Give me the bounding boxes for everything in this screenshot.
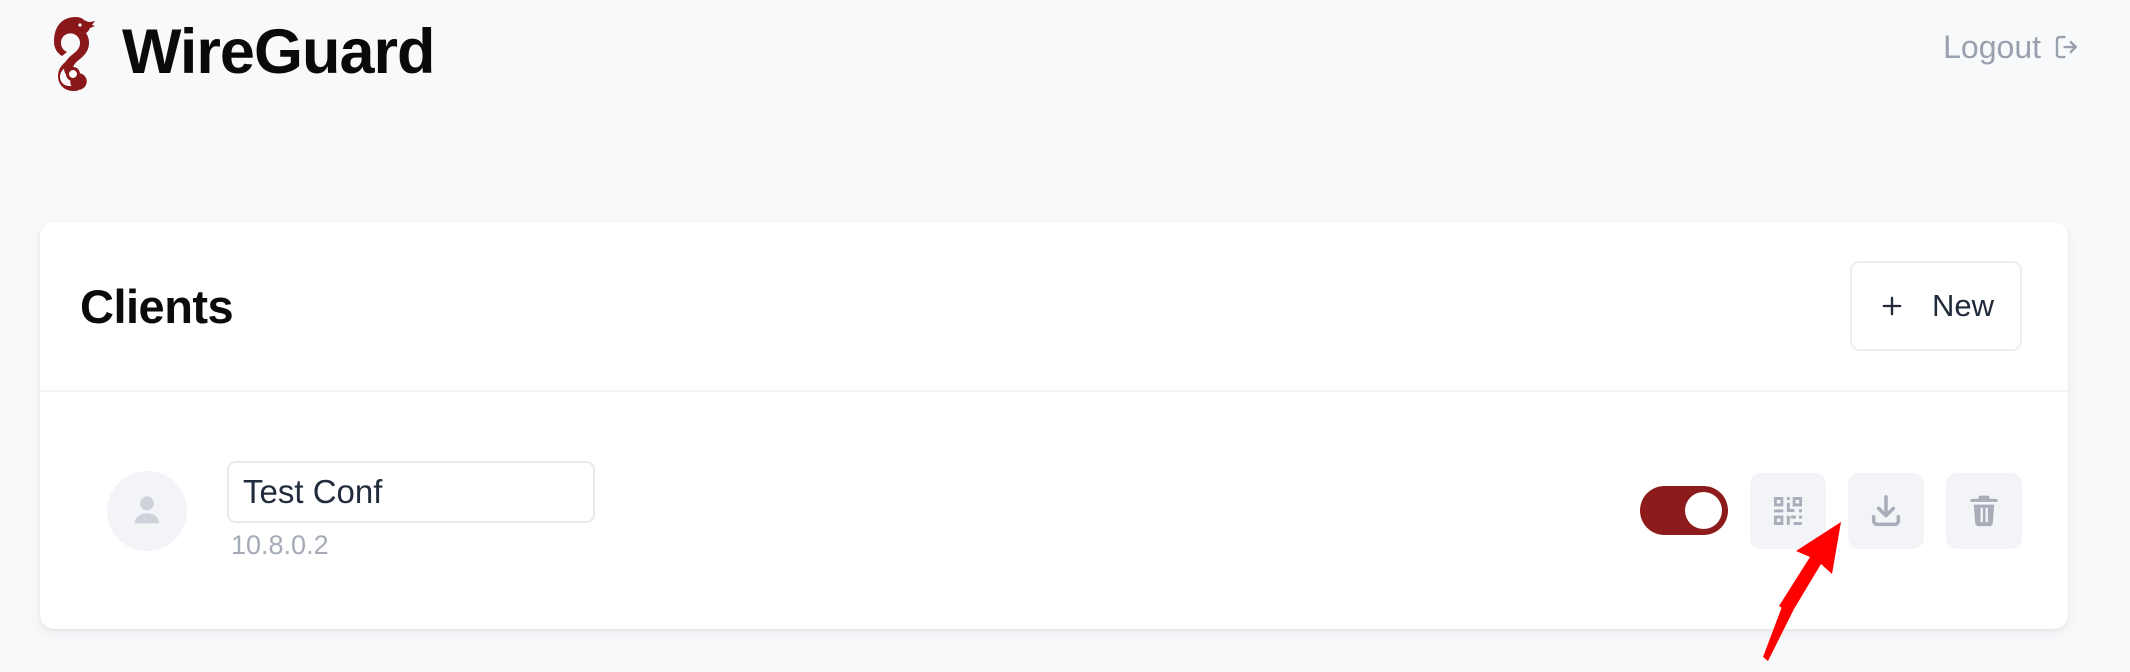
client-row-actions <box>1640 472 2022 549</box>
logout-button[interactable]: Logout <box>1943 8 2088 86</box>
avatar <box>107 470 187 551</box>
clients-card-header: Clients New <box>40 222 2068 392</box>
logout-label: Logout <box>1943 28 2041 65</box>
page-title: Clients <box>80 279 234 333</box>
brand-title: WireGuard <box>122 16 435 87</box>
wireguard-dragon-logo-icon <box>42 13 104 91</box>
qr-code-icon <box>1774 496 1802 525</box>
logout-arrow-icon <box>2052 32 2082 62</box>
page-header: WireGuard Logout <box>0 0 2130 125</box>
client-name-input[interactable] <box>227 460 595 523</box>
download-config-button[interactable] <box>1848 472 1924 549</box>
new-client-button[interactable]: New <box>1850 261 2022 351</box>
delete-client-button[interactable] <box>1946 472 2022 549</box>
toggle-knob <box>1685 492 1722 529</box>
client-info: 10.8.0.2 <box>227 460 595 561</box>
trash-icon <box>1970 495 1998 526</box>
show-qr-code-button[interactable] <box>1750 472 1826 549</box>
user-avatar-icon <box>134 495 160 523</box>
clients-card: Clients New 10.8.0.2 <box>40 222 2068 629</box>
client-address: 10.8.0.2 <box>231 529 329 560</box>
brand: WireGuard <box>42 8 435 96</box>
client-enable-toggle[interactable] <box>1640 486 1728 535</box>
new-client-label: New <box>1931 288 1994 323</box>
plus-icon <box>1878 292 1906 320</box>
download-icon <box>1871 494 1901 526</box>
client-row: 10.8.0.2 <box>40 392 2068 629</box>
